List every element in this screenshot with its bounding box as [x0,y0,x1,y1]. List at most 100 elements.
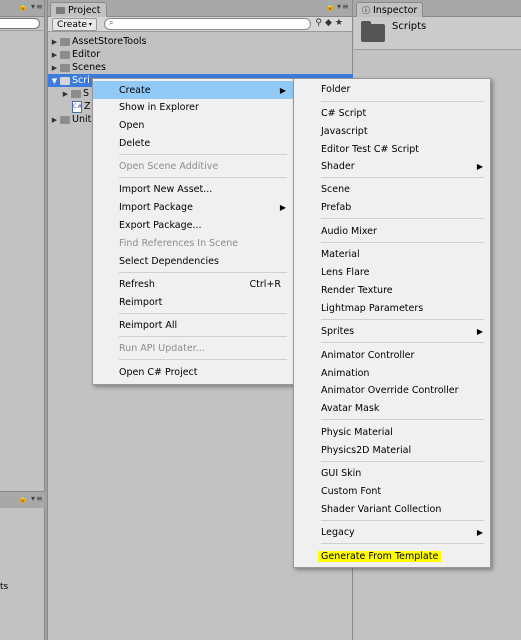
left-bottom-tabbar: 🔒 ▾≡ [0,491,44,509]
menu-item-editor-test-script[interactable]: Editor Test C# Script [294,140,490,158]
create-dropdown-button[interactable]: Create ▾ [52,18,97,31]
menu-item-physics2d-material[interactable]: Physics2D Material [294,441,490,459]
menu-item-run-api-updater: Run API Updater... [93,339,293,357]
menu-item-reimport[interactable]: Reimport [93,293,293,311]
menu-item-label: Lightmap Parameters [321,302,424,314]
left-search-field[interactable] [0,18,40,29]
expand-arrow-icon[interactable]: ▶ [50,51,59,59]
expand-arrow-icon[interactable]: ▶ [50,116,59,124]
menu-item-custom-font[interactable]: Custom Font [294,482,490,500]
tree-item-script[interactable]: C# Z [70,100,91,113]
menu-item-reimport-all[interactable]: Reimport All [93,316,293,334]
menu-separator [321,177,484,178]
lock-icon[interactable]: 🔒 [18,2,29,11]
menu-item-label: Select Dependencies [119,255,219,267]
tab-project[interactable]: Project [50,2,107,17]
project-tabbar: Project 🔒 ▾≡ [48,0,352,17]
menu-item-render-texture[interactable]: Render Texture [294,281,490,299]
inspector-tabbar: ⓘ Inspector [353,0,521,17]
menu-item-shader[interactable]: Shader ▶ [294,157,490,175]
folder-icon [361,21,385,42]
menu-item-scene[interactable]: Scene [294,180,490,198]
menu-item-sprites[interactable]: Sprites ▶ [294,322,490,340]
menu-item-create[interactable]: Create ▶ [93,81,293,99]
menu-item-refresh[interactable]: Refresh Ctrl+R [93,275,293,293]
folder-icon [60,76,70,85]
menu-item-shader-variant-collection[interactable]: Shader Variant Collection [294,500,490,518]
tree-item-label: Unit [72,114,92,125]
menu-item-label: Lens Flare [321,266,370,278]
menu-item-animation[interactable]: Animation [294,364,490,382]
menu-separator [321,342,484,343]
tab-inspector[interactable]: ⓘ Inspector [356,2,424,17]
menu-item-export-package[interactable]: Export Package... [93,216,293,234]
menu-item-label: C# Script [321,107,367,119]
menu-item-label: Open Scene Additive [119,160,219,172]
menu-item-label: Shader Variant Collection [321,503,442,515]
tree-item-label: Scri [72,75,90,86]
left-bottom-text: ts [0,582,9,592]
menu-item-import-package[interactable]: Import Package ▶ [93,198,293,216]
menu-separator [119,154,287,155]
menu-item-audio-mixer[interactable]: Audio Mixer [294,222,490,240]
menu-item-avatar-mask[interactable]: Avatar Mask [294,399,490,417]
menu-item-csharp-script[interactable]: C# Script [294,104,490,122]
tree-item-label: AssetStoreTools [72,36,147,47]
menu-item-javascript[interactable]: Javascript [294,122,490,140]
menu-item-folder[interactable]: Folder [294,80,490,98]
menu-item-lens-flare[interactable]: Lens Flare [294,263,490,281]
tree-item-unity[interactable]: ▶ Unit [50,113,92,126]
menu-item-label: Reimport [119,296,163,308]
filter-icons[interactable]: ⚲◆★ [315,18,346,28]
menu-item-label: Physic Material [321,426,393,438]
menu-item-label: Run API Updater... [119,342,205,354]
create-button-label: Create [57,19,87,30]
search-input[interactable]: ⌕ [104,18,311,30]
folder-icon [60,50,70,59]
folder-icon [60,37,70,46]
info-icon: ⓘ [362,5,370,15]
menu-item-show-in-explorer[interactable]: Show in Explorer [93,98,293,116]
menu-item-label: Prefab [321,201,352,213]
menu-item-gui-skin[interactable]: GUI Skin [294,464,490,482]
expand-arrow-icon[interactable]: ▶ [50,38,59,46]
menu-item-import-new-asset[interactable]: Import New Asset... [93,180,293,198]
menu-item-lightmap-parameters[interactable]: Lightmap Parameters [294,299,490,317]
menu-item-label: Animator Controller [321,349,415,361]
menu-item-select-dependencies[interactable]: Select Dependencies [93,252,293,270]
chevron-right-icon: ▶ [476,161,483,171]
tree-item-child-folder[interactable]: ▶ S [61,87,89,100]
lock-icon[interactable]: 🔒 [18,494,29,503]
menu-item-delete[interactable]: Delete [93,134,293,152]
menu-item-open[interactable]: Open [93,116,293,134]
menu-separator [321,319,484,320]
tree-item-scenes[interactable]: ▶ Scenes [50,61,106,74]
panel-menu-icon[interactable]: ▾≡ [31,494,44,503]
menu-item-label: Refresh [119,278,155,290]
menu-item-label: Show in Explorer [119,101,199,113]
menu-item-animator-override-controller[interactable]: Animator Override Controller [294,381,490,399]
expand-arrow-icon[interactable]: ▶ [50,64,59,72]
menu-item-label: Reimport All [119,319,178,331]
menu-item-label: Material [321,248,360,260]
menu-item-find-references: Find References In Scene [93,234,293,252]
menu-item-generate-from-template[interactable]: Generate From Template [294,547,490,565]
inspector-header: Scripts [354,17,521,50]
menu-item-physic-material[interactable]: Physic Material [294,423,490,441]
panel-menu-icon[interactable]: ▾≡ [31,2,44,11]
collapse-arrow-icon[interactable]: ▼ [50,77,59,85]
menu-item-open-csharp-project[interactable]: Open C# Project [93,363,293,381]
lock-icon[interactable]: 🔒 [325,2,336,11]
chevron-right-icon: ▶ [279,202,286,212]
tree-item-editor[interactable]: ▶ Editor [50,48,100,61]
menu-item-animator-controller[interactable]: Animator Controller [294,346,490,364]
menu-item-legacy[interactable]: Legacy ▶ [294,523,490,541]
panel-menu-icon[interactable]: ▾≡ [337,2,350,11]
menu-item-prefab[interactable]: Prefab [294,198,490,216]
menu-separator [321,218,484,219]
tree-item-assetstoretools[interactable]: ▶ AssetStoreTools [50,35,147,48]
tab-inspector-label: Inspector [373,4,418,16]
expand-arrow-icon[interactable]: ▶ [61,90,70,98]
dropdown-arrow-icon: ▾ [88,21,92,28]
menu-item-material[interactable]: Material [294,245,490,263]
